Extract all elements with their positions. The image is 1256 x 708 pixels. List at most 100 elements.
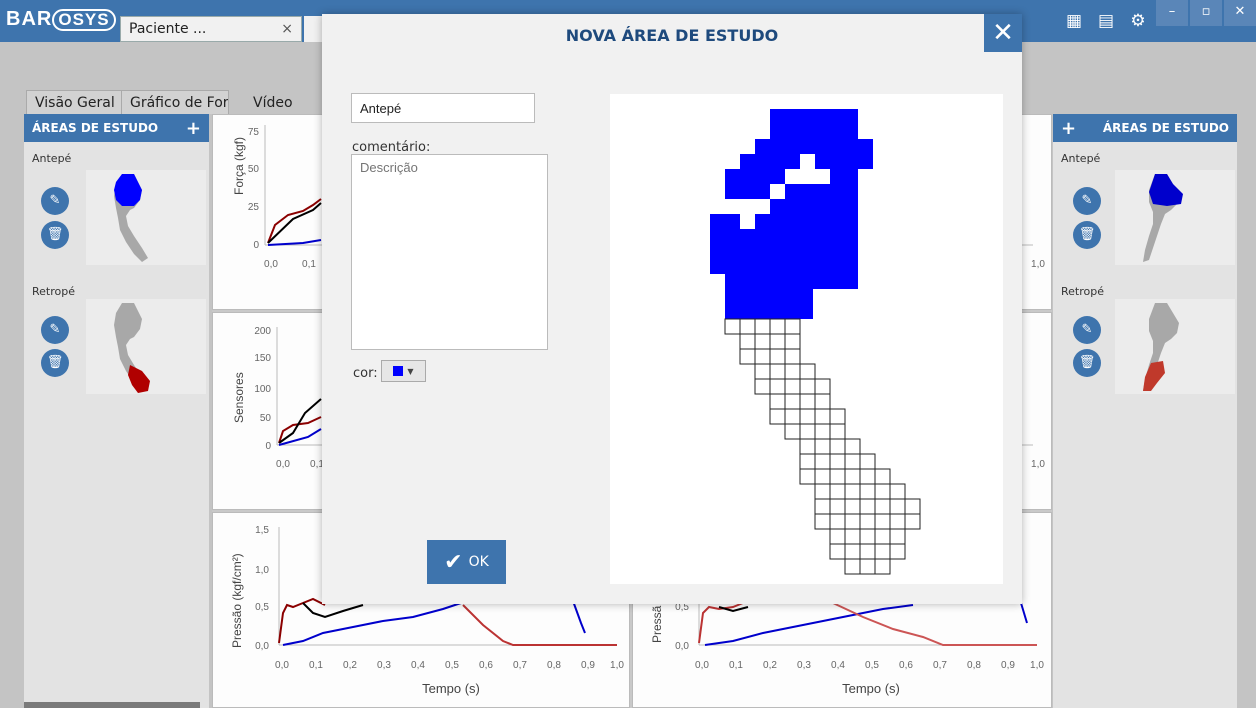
pressure-ytick: 1,0 (255, 565, 269, 576)
area-name-antepe: Antepé (32, 152, 72, 165)
right-pressure-xtick: 0,1 (729, 660, 743, 671)
close-icon[interactable]: × (281, 21, 293, 37)
foot-selection-canvas[interactable] (610, 94, 1003, 584)
right-pressure-xtick: 0,3 (797, 660, 811, 671)
pressure-ytick: 0,5 (255, 602, 269, 613)
trash-icon: 🗑 (1078, 355, 1096, 370)
color-swatch (393, 366, 404, 376)
close-window-button[interactable]: ✕ (1224, 0, 1256, 26)
comment-textarea[interactable] (351, 154, 548, 350)
edit-area-button[interactable]: ✎ (1073, 187, 1101, 215)
right-sensors-xtick: 1,0 (1031, 459, 1045, 470)
edit-area-button[interactable]: ✎ (1073, 316, 1101, 344)
right-pressure-xtick: 0,6 (899, 660, 913, 671)
area-thumbnail-antepe (86, 170, 206, 265)
delete-area-button[interactable]: 🗑 (1073, 349, 1101, 377)
sensors-ylabel: Sensores (232, 372, 246, 423)
right-pressure-xtick: 1,0 (1030, 660, 1044, 671)
app-logo: BAR OSYS (6, 8, 116, 31)
add-area-button[interactable]: + (1061, 118, 1076, 139)
pressure-xtick: 0,6 (479, 660, 493, 671)
right-pressure-xlabel: Tempo (s) (842, 681, 900, 696)
sensors-xtick: 0,0 (276, 459, 290, 470)
add-area-button[interactable]: + (186, 118, 201, 139)
edit-area-button[interactable]: ✎ (41, 187, 69, 215)
tab-grafico-forca[interactable]: Gráfico de Forç (121, 90, 229, 114)
right-pressure-xtick: 0,7 (933, 660, 947, 671)
area-name-retrope: Retropé (32, 285, 75, 298)
right-study-areas-panel: + ÁREAS DE ESTUDO Antepé ✎ 🗑 Retropé ✎ 🗑 (1053, 114, 1237, 708)
color-label: cor: (353, 366, 378, 381)
delete-area-button[interactable]: 🗑 (41, 221, 69, 249)
pressure-xtick: 0,2 (343, 660, 357, 671)
grid-icon[interactable]: ▦ (1058, 11, 1090, 31)
trash-icon: 🗑 (46, 355, 64, 370)
document-tab-label: Paciente ... (129, 21, 207, 37)
area-thumbnail-antepe (1115, 170, 1235, 265)
color-picker[interactable]: ▼ (381, 360, 426, 382)
right-pressure-xtick: 0,9 (1001, 660, 1015, 671)
pressure-xtick: 0,9 (581, 660, 595, 671)
trash-icon: 🗑 (1078, 227, 1096, 242)
dialog-title: NOVA ÁREA DE ESTUDO (565, 26, 779, 45)
sensors-ytick: 0 (265, 441, 271, 452)
document-tab[interactable]: Paciente ... × (120, 16, 302, 42)
panel-title: ÁREAS DE ESTUDO (32, 121, 159, 135)
panel-header: + ÁREAS DE ESTUDO (1053, 114, 1237, 142)
panel-header: ÁREAS DE ESTUDO + (24, 114, 209, 142)
right-pressure-xtick: 0,4 (831, 660, 845, 671)
force-ytick: 0 (253, 240, 259, 251)
edit-area-button[interactable]: ✎ (41, 316, 69, 344)
pressure-xtick: 1,0 (610, 660, 624, 671)
panel-title: ÁREAS DE ESTUDO (1102, 121, 1229, 135)
pencil-icon: ✎ (49, 193, 61, 208)
pressure-xtick: 0,8 (547, 660, 561, 671)
check-icon: ✔ (444, 549, 463, 575)
ok-button[interactable]: ✔ OK (427, 540, 506, 584)
left-study-areas-panel: ÁREAS DE ESTUDO + Antepé ✎ 🗑 Retropé ✎ 🗑 (24, 114, 209, 708)
right-pressure-xtick: 0,0 (695, 660, 709, 671)
pressure-xtick: 0,7 (513, 660, 527, 671)
area-name-input[interactable] (351, 93, 535, 123)
pencil-icon: ✎ (1081, 193, 1093, 208)
pressure-xtick: 0,1 (309, 660, 323, 671)
area-thumbnail-retrope (1115, 299, 1235, 394)
sensors-ytick: 150 (254, 353, 271, 364)
pressure-xtick: 0,3 (377, 660, 391, 671)
close-dialog-button[interactable]: ✕ (984, 14, 1022, 52)
comment-label: comentário: (352, 140, 431, 155)
force-xtick: 0,0 (264, 259, 278, 270)
delete-area-button[interactable]: 🗑 (1073, 221, 1101, 249)
gear-icon[interactable]: ⚙ (1122, 11, 1154, 31)
window-controls: ▦ ▤ ⚙ – ▫ ✕ (1058, 0, 1256, 42)
tab-video[interactable]: Vídeo (244, 90, 302, 114)
new-study-area-dialog: NOVA ÁREA DE ESTUDO ✕ comentário: cor: ▼… (322, 14, 1022, 604)
force-ytick: 75 (248, 127, 260, 138)
right-pressure-ylabel: Pressã (650, 605, 664, 643)
sensors-ytick: 100 (254, 384, 271, 395)
force-ytick: 25 (248, 202, 260, 213)
delete-area-button[interactable]: 🗑 (41, 349, 69, 377)
force-ylabel: Força (kgf) (232, 137, 246, 195)
report-icon[interactable]: ▤ (1090, 11, 1122, 31)
chevron-down-icon: ▼ (407, 366, 414, 376)
pressure-xtick: 0,4 (411, 660, 425, 671)
tab-visao-geral[interactable]: Visão Geral (26, 90, 124, 114)
pressure-ytick: 0,0 (255, 641, 269, 652)
right-force-xtick: 1,0 (1031, 259, 1045, 270)
ok-label: OK (468, 554, 489, 570)
pressure-xtick: 0,0 (275, 660, 289, 671)
right-pressure-xtick: 0,8 (967, 660, 981, 671)
force-xtick: 0,1 (302, 259, 316, 270)
report-tab-icon[interactable] (304, 16, 324, 42)
sensors-ytick: 50 (260, 413, 272, 424)
left-scrollbar[interactable] (24, 702, 200, 708)
right-pressure-xtick: 0,5 (865, 660, 879, 671)
pencil-icon: ✎ (1081, 322, 1093, 337)
sensors-ytick: 200 (254, 326, 271, 337)
force-ytick: 50 (248, 164, 260, 175)
area-name-antepe: Antepé (1061, 152, 1101, 165)
maximize-button[interactable]: ▫ (1190, 0, 1222, 26)
minimize-button[interactable]: – (1156, 0, 1188, 26)
right-pressure-xtick: 0,2 (763, 660, 777, 671)
